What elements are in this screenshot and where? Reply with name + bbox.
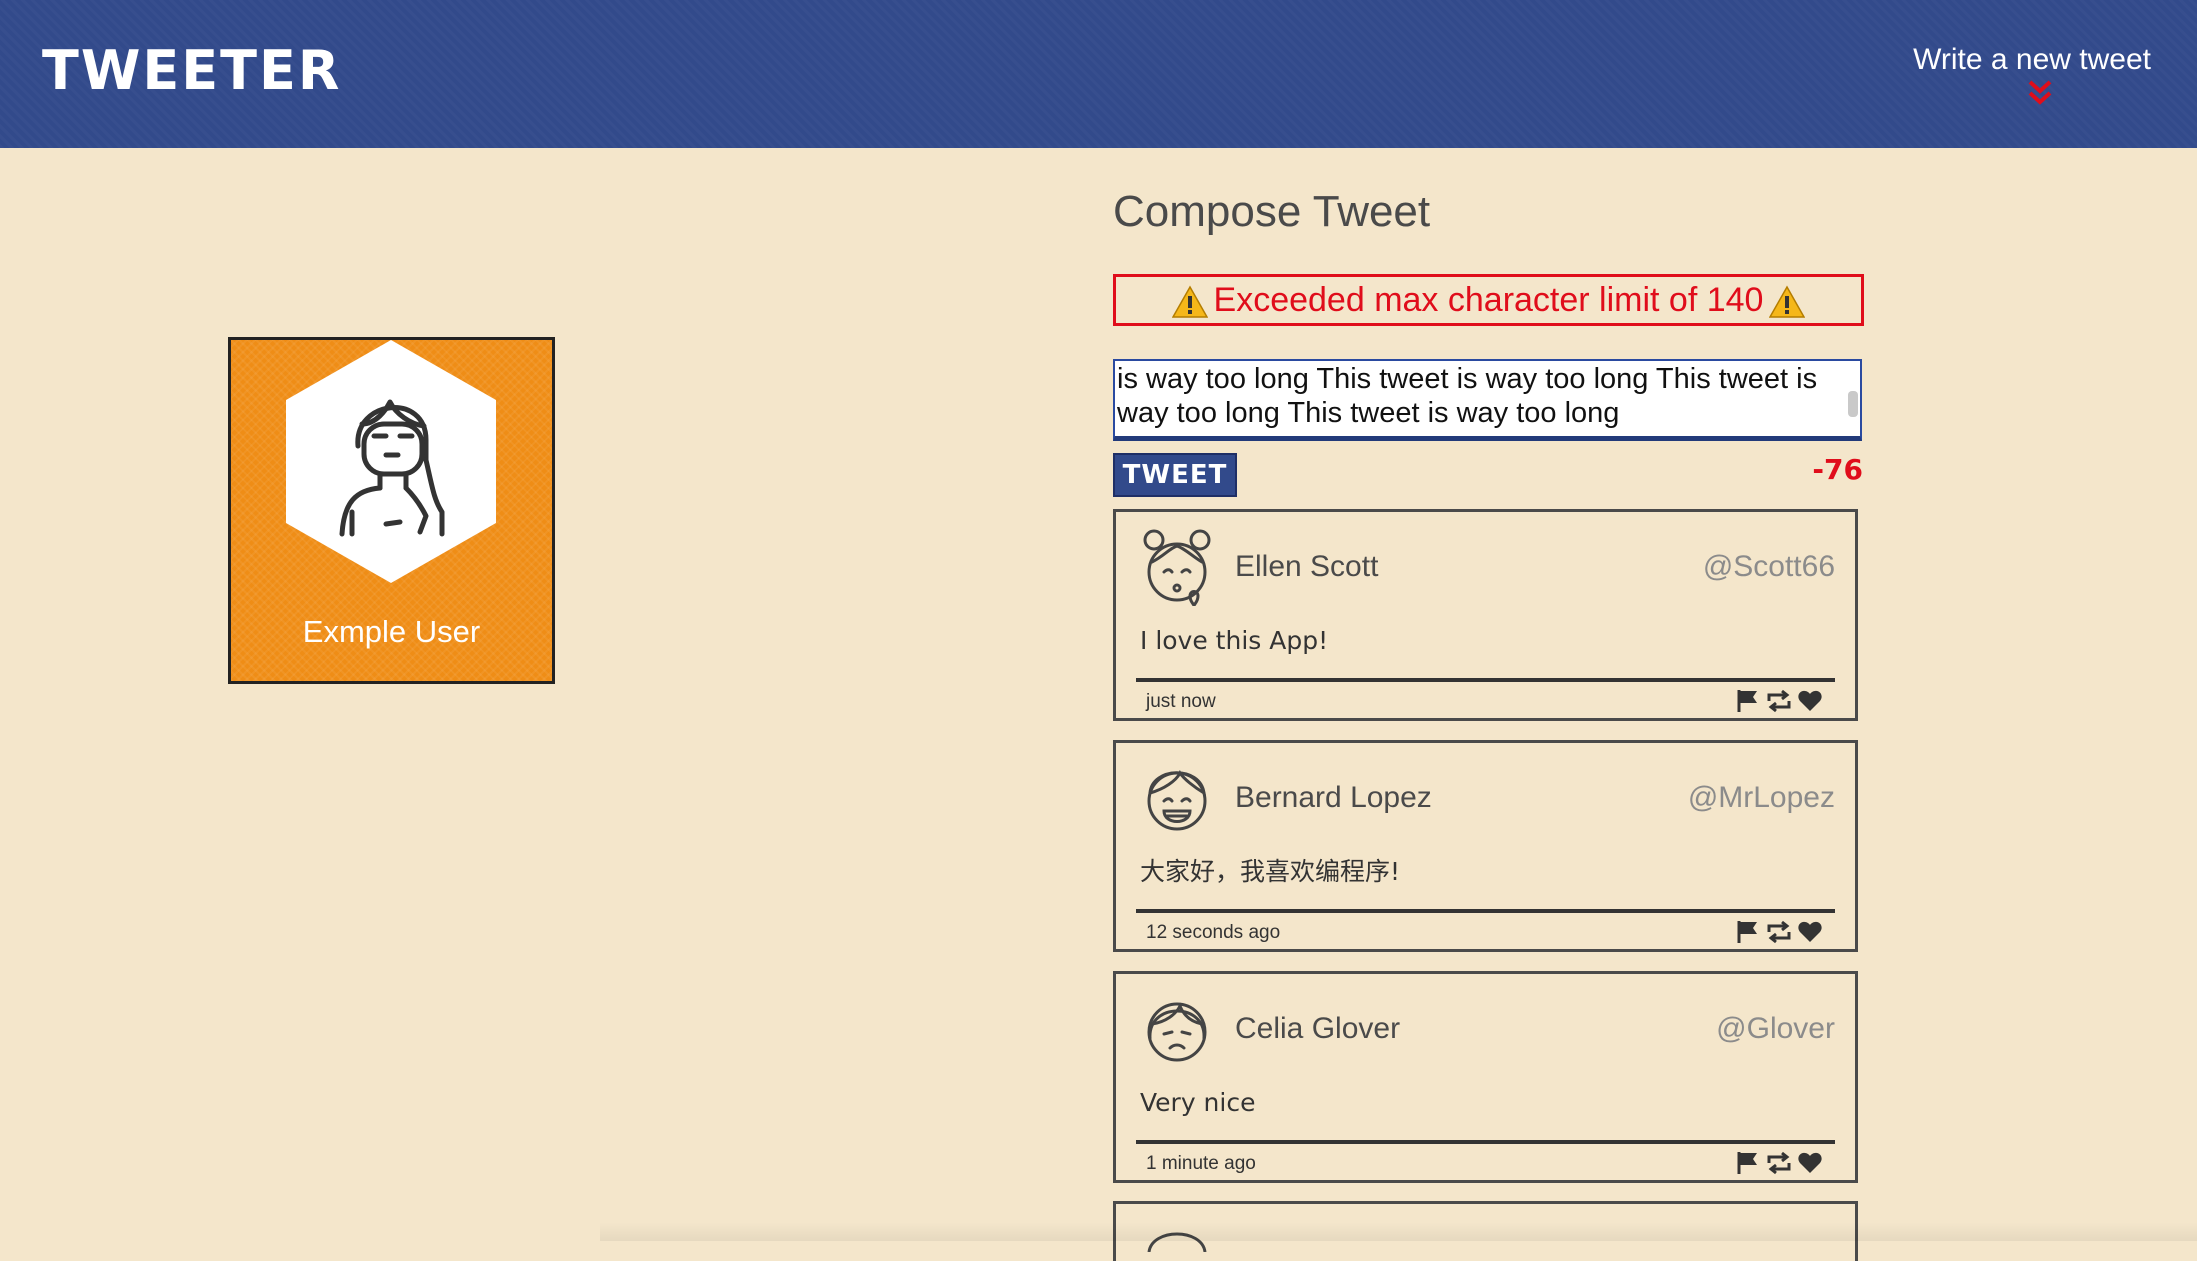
top-nav: TWEETER Write a new tweet [0, 0, 2197, 148]
profile-username: Exmple User [302, 614, 481, 649]
heart-icon[interactable] [1797, 1150, 1823, 1176]
warning-icon [1769, 285, 1806, 318]
tweet-submit-button[interactable]: TWEET [1113, 453, 1237, 497]
tweet-actions [1735, 1150, 1825, 1176]
char-counter: -76 [1812, 453, 1863, 486]
flag-icon[interactable] [1735, 688, 1761, 714]
warning-icon [1171, 285, 1208, 318]
write-new-tweet-link[interactable]: Write a new tweet [1791, 40, 2151, 80]
retweet-icon[interactable] [1766, 1150, 1792, 1176]
tweet-timestamp: just now [1146, 691, 1216, 712]
tweet-timestamp: 12 seconds ago [1146, 922, 1281, 943]
textarea-scrollbar[interactable] [1848, 391, 1858, 417]
tweet-card: Celia Glover @Glover Very nice 1 minute … [1113, 971, 1858, 1183]
heart-icon[interactable] [1797, 919, 1823, 945]
girl-kiss-avatar-icon [1143, 529, 1211, 607]
brand-logo[interactable]: TWEETER [42, 40, 341, 102]
char-limit-error-text: Exceeded max character limit of 140 [1213, 281, 1764, 319]
tweet-author: Celia Glover [1235, 1012, 1401, 1045]
tweet-body: 大家好，我喜欢编程序! [1140, 857, 1401, 886]
profile-avatar [286, 340, 496, 583]
compose-title: Compose Tweet [1113, 187, 1431, 236]
heart-icon[interactable] [1797, 688, 1823, 714]
double-chevron-down-icon[interactable] [2025, 78, 2055, 108]
tweet-author: Ellen Scott [1235, 550, 1379, 583]
char-limit-error: Exceeded max character limit of 140 [1113, 274, 1864, 326]
tweet-actions [1735, 688, 1825, 714]
tweet-textarea[interactable]: is way too long This tweet is way too lo… [1113, 359, 1862, 441]
sad-girl-avatar-icon [1147, 1002, 1207, 1062]
profile-card: Exmple User [228, 337, 555, 684]
tweet-divider [1136, 909, 1835, 913]
tweet-body: I love this App! [1140, 626, 1329, 655]
tweet-body: Very nice [1140, 1088, 1256, 1117]
tweet-card: Ellen Scott @Scott66 I love this App! ju… [1113, 509, 1858, 721]
tweet-divider [1136, 1140, 1835, 1144]
tweet-author: Bernard Lopez [1235, 781, 1432, 814]
bottom-shadow [600, 1222, 2197, 1241]
flag-icon[interactable] [1735, 919, 1761, 945]
tweet-handle: @Scott66 [1702, 550, 1835, 583]
flag-icon[interactable] [1735, 1150, 1761, 1176]
tweet-divider [1136, 678, 1835, 682]
tweet-handle: @Glover [1716, 1012, 1835, 1045]
retweet-icon[interactable] [1766, 919, 1792, 945]
tweet-card: Bernard Lopez @MrLopez 大家好，我喜欢编程序! 12 se… [1113, 740, 1858, 952]
tweet-actions [1735, 919, 1825, 945]
laughing-boy-avatar-icon [1147, 770, 1207, 831]
tweet-timestamp: 1 minute ago [1146, 1153, 1256, 1174]
tweet-handle: @MrLopez [1687, 781, 1835, 814]
retweet-icon[interactable] [1766, 688, 1792, 714]
tweet-textarea-value[interactable]: is way too long This tweet is way too lo… [1117, 362, 1837, 430]
